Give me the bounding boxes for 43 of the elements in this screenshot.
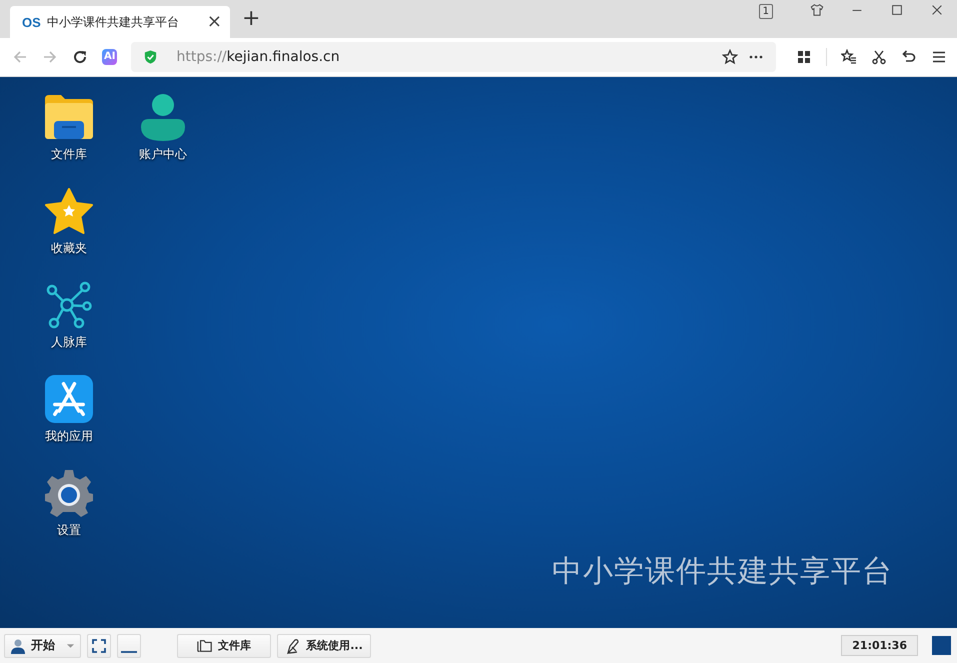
- fullscreen-button[interactable]: [87, 634, 111, 658]
- pen-icon: [285, 638, 302, 654]
- taskbar-window-button[interactable]: 系统使用...: [277, 634, 371, 658]
- desktop-icon-label[interactable]: 收藏夹: [51, 240, 87, 257]
- settings-icon[interactable]: [45, 469, 93, 517]
- shield-icon: [143, 49, 158, 65]
- close-icon[interactable]: [930, 3, 944, 17]
- new-tab-button[interactable]: +: [242, 8, 260, 30]
- network-icon[interactable]: [45, 281, 93, 329]
- favorites-icon[interactable]: [841, 49, 857, 65]
- undo-icon[interactable]: [901, 49, 917, 65]
- minimize-icon: [121, 650, 137, 652]
- star-icon[interactable]: [722, 49, 738, 65]
- site-logo: OS: [22, 14, 41, 30]
- url-text: https://kejian.finalos.cn: [176, 49, 340, 65]
- taskbar-window-button[interactable]: 文件库: [177, 634, 271, 658]
- close-tab-button[interactable]: ×: [206, 13, 222, 31]
- folder-icon[interactable]: [45, 93, 93, 141]
- clock: 21:01:36: [841, 635, 918, 656]
- caret-icon: [66, 642, 75, 648]
- reload-icon[interactable]: [72, 49, 88, 65]
- menu-icon[interactable]: [931, 49, 947, 65]
- platform-title: 中小学课件共建共享平台: [552, 553, 893, 591]
- start-button[interactable]: 开始: [4, 634, 81, 658]
- desktop-icon-label[interactable]: 设置: [57, 522, 81, 539]
- scissors-icon[interactable]: [871, 49, 887, 65]
- grid-icon[interactable]: [796, 49, 812, 65]
- fullscreen-icon: [91, 638, 107, 654]
- tab-count-button[interactable]: 1: [758, 4, 773, 19]
- maximize-icon[interactable]: [890, 3, 904, 17]
- browser-tab[interactable]: OS 中小学课件共建共享平台 ×: [10, 6, 230, 38]
- user-icon[interactable]: [139, 93, 187, 141]
- user-icon: [10, 638, 26, 654]
- desktop-icon-label[interactable]: 人脉库: [51, 334, 87, 351]
- desktop-icon-label[interactable]: 账户中心: [139, 146, 187, 163]
- desktop-icon-label[interactable]: 我的应用: [45, 428, 93, 445]
- address-bar[interactable]: https://kejian.finalos.cn: [131, 42, 776, 72]
- tab-title: 中小学课件共建共享平台: [46, 14, 180, 30]
- desktop-icon-label[interactable]: 文件库: [51, 146, 87, 163]
- app-store-icon[interactable]: [45, 375, 93, 423]
- folder-icon: [197, 638, 213, 654]
- shirt-icon[interactable]: [810, 3, 824, 17]
- minimize-all-button[interactable]: [117, 634, 141, 658]
